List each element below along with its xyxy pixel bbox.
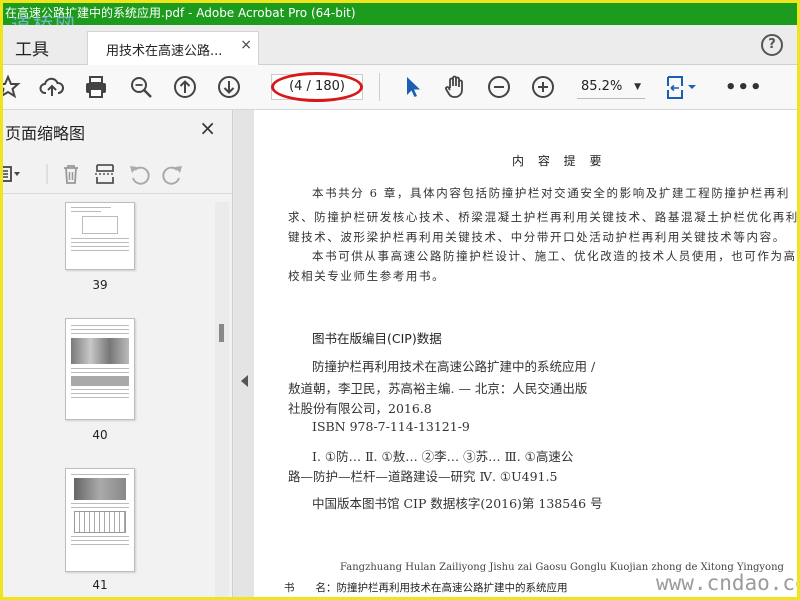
zoom-in-icon[interactable] xyxy=(530,74,556,100)
cip-line: ISBN 978-7-114-13121-9 xyxy=(312,419,470,434)
cip-line: 路—防护—栏杆—道路建设—研究 Ⅳ. ①U491.5 xyxy=(288,469,558,484)
summary-line: 求、防撞护栏研发核心技术、桥梁混凝土护栏再利用关键技术、路基混凝土护栏优化再利 xyxy=(288,210,799,224)
thumbnail-list: 39 40 41 xyxy=(3,200,213,597)
panel-close-icon[interactable]: × xyxy=(199,116,216,140)
hand-tool-icon[interactable] xyxy=(442,74,468,100)
toolbar-divider xyxy=(379,73,380,101)
main-toolbar: (4 / 180) 85.2% ▼ ••• xyxy=(3,65,797,110)
page-display-icon[interactable] xyxy=(665,74,701,100)
upload-cloud-icon[interactable] xyxy=(39,74,65,100)
cip-line: 防撞护栏再利用技术在高速公路扩建中的系统应用 / xyxy=(312,359,596,374)
extract-page-icon[interactable] xyxy=(93,162,117,186)
tab-document-label: 用技术在高速公路... xyxy=(106,44,223,59)
book-title-line: 书 名：防撞护栏再利用技术在高速公路扩建中的系统应用 xyxy=(284,582,568,594)
cip-heading: 图书在版编目(CIP)数据 xyxy=(312,331,442,346)
delete-page-icon[interactable] xyxy=(59,162,83,186)
thumbnail-page-number: 41 xyxy=(92,578,108,592)
cip-line: 敖道朝，李卫民，苏高裕主编. — 北京：人民交通出版 xyxy=(288,381,588,396)
panel-splitter[interactable] xyxy=(234,110,254,597)
watermark-bottom: www.cndao.com xyxy=(656,571,797,595)
print-icon[interactable] xyxy=(83,74,109,100)
summary-line: 校相关专业师生参考用书。 xyxy=(288,269,446,283)
page-thumbnail[interactable] xyxy=(65,202,135,270)
previous-page-icon[interactable] xyxy=(172,74,198,100)
scrollbar-thumb[interactable] xyxy=(219,324,224,342)
next-page-icon[interactable] xyxy=(216,74,242,100)
app-window: 在高速公路扩建中的系统应用.pdf - Adobe Acrobat Pro (6… xyxy=(0,0,800,600)
rotate-right-icon[interactable] xyxy=(161,162,185,186)
options-menu-icon[interactable] xyxy=(3,162,35,186)
summary-line: 本书共分 6 章，具体内容包括防撞护栏对交通安全的影响及扩建工程防撞护栏再利 xyxy=(312,186,790,200)
document-page: 内 容 提 要 本书共分 6 章，具体内容包括防撞护栏对交通安全的影响及扩建工程… xyxy=(254,110,799,597)
zoom-level-select[interactable]: 85.2% ▼ xyxy=(577,75,645,99)
chevron-down-icon: ▼ xyxy=(634,82,641,92)
cip-line: Ⅰ. ①防… Ⅱ. ①敖… ②李… ③苏… Ⅲ. ①高速公 xyxy=(312,449,574,464)
cip-line: 社股份有限公司，2016.8 xyxy=(288,401,432,416)
cip-line: 中国版本图书馆 CIP 数据核字(2016)第 138546 号 xyxy=(312,496,603,511)
collapse-panel-icon[interactable] xyxy=(241,375,248,387)
rotate-left-icon[interactable] xyxy=(127,162,151,186)
thumbnails-panel: 页面缩略图 × 39 40 41 xyxy=(3,110,233,597)
summary-line: 键技术、波形梁护栏再利用关键技术、中分带开口处活动护栏再利用关键技术等内容。 xyxy=(288,230,786,244)
panel-toolbar xyxy=(3,154,233,194)
zoom-search-icon[interactable] xyxy=(128,74,154,100)
tab-bar: 工具 用技术在高速公路... × ? xyxy=(3,25,797,65)
zoom-level-value: 85.2% xyxy=(581,79,623,94)
panel-title: 页面缩略图 xyxy=(5,124,86,143)
summary-line: 本书可供从事高速公路防撞护栏设计、施工、优化改造的技术人员使用，也可作为高 xyxy=(312,249,797,263)
zoom-out-icon[interactable] xyxy=(486,74,512,100)
highlight-oval xyxy=(271,72,363,102)
thumbnail-page-number: 40 xyxy=(92,428,108,442)
page-thumbnail[interactable] xyxy=(65,468,135,572)
help-icon[interactable]: ? xyxy=(761,34,783,56)
more-options-icon[interactable]: ••• xyxy=(725,77,763,98)
tab-close-icon[interactable]: × xyxy=(240,37,252,53)
star-icon[interactable] xyxy=(3,74,21,100)
tab-document[interactable]: 用技术在高速公路... × xyxy=(87,31,259,65)
tab-tools[interactable]: 工具 xyxy=(15,35,49,60)
select-cursor-icon[interactable] xyxy=(399,74,425,100)
page-thumbnail[interactable] xyxy=(65,318,135,420)
summary-title: 内 容 提 要 xyxy=(512,154,607,168)
thumbnail-page-number: 39 xyxy=(92,278,108,292)
thumbnail-scrollbar[interactable] xyxy=(215,202,229,597)
window-titlebar: 在高速公路扩建中的系统应用.pdf - Adobe Acrobat Pro (6… xyxy=(3,3,797,25)
